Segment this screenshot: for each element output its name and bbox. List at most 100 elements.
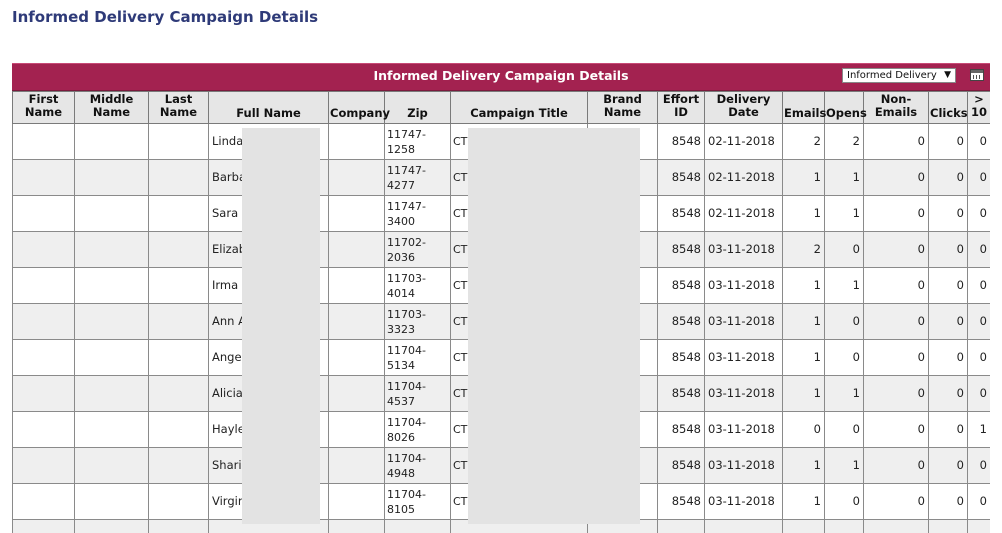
cell-empty bbox=[75, 520, 149, 533]
cell-empty bbox=[13, 160, 75, 196]
cell-delivery-date: 03-11-2018 bbox=[705, 376, 783, 412]
cell-empty bbox=[149, 448, 209, 484]
cell-effort-id: 8548 bbox=[658, 196, 705, 232]
cell-clicks: 0 bbox=[929, 268, 968, 304]
column-header[interactable]: Middle Name bbox=[75, 92, 149, 124]
cell-delivery-date: 03-11-2018 bbox=[705, 268, 783, 304]
cell-empty bbox=[329, 412, 385, 448]
campaign-type-dropdown[interactable]: Informed Delivery ▼ bbox=[842, 68, 956, 83]
cell-empty bbox=[149, 412, 209, 448]
column-header[interactable]: Opens bbox=[825, 92, 864, 124]
cell-empty bbox=[149, 304, 209, 340]
cell-empty bbox=[149, 232, 209, 268]
cell-delivery-date: 02-11-2018 bbox=[705, 196, 783, 232]
column-header[interactable]: Clicks bbox=[929, 92, 968, 124]
chevron-down-icon: ▼ bbox=[944, 69, 951, 82]
cell-empty bbox=[13, 340, 75, 376]
cell-gt10: 0 bbox=[968, 232, 991, 268]
cell-emails: 1 bbox=[783, 376, 825, 412]
cell-emails: 1 bbox=[783, 448, 825, 484]
column-header[interactable]: Company bbox=[329, 92, 385, 124]
cell-non-emails: 0 bbox=[864, 340, 929, 376]
cell-zip: 11704-8026 bbox=[385, 412, 451, 448]
column-header[interactable]: Zip bbox=[385, 92, 451, 124]
column-header[interactable]: Emails bbox=[783, 92, 825, 124]
cell-empty bbox=[329, 304, 385, 340]
cell-opens: 1 bbox=[825, 376, 864, 412]
cell-delivery-date: 03-11-2018 bbox=[705, 232, 783, 268]
cell-empty bbox=[13, 124, 75, 160]
cell-gt10: 0 bbox=[968, 124, 991, 160]
column-header[interactable]: Campaign Title bbox=[451, 92, 588, 124]
cell-empty bbox=[75, 124, 149, 160]
cell-clicks: 0 bbox=[929, 376, 968, 412]
cell-empty bbox=[75, 484, 149, 520]
cell-opens bbox=[825, 520, 864, 533]
cell-emails: 1 bbox=[783, 484, 825, 520]
cell-clicks: 0 bbox=[929, 484, 968, 520]
cell-emails bbox=[783, 520, 825, 533]
cell-empty bbox=[75, 196, 149, 232]
column-header[interactable]: Delivery Date bbox=[705, 92, 783, 124]
cell-empty bbox=[75, 160, 149, 196]
cell-clicks: 0 bbox=[929, 196, 968, 232]
cell-zip: 11704-8105 bbox=[385, 484, 451, 520]
cell-non-emails: 0 bbox=[864, 376, 929, 412]
cell-opens: 0 bbox=[825, 412, 864, 448]
cell-empty bbox=[149, 340, 209, 376]
cell-empty bbox=[13, 448, 75, 484]
cell-empty bbox=[329, 232, 385, 268]
cell-emails: 1 bbox=[783, 160, 825, 196]
column-header[interactable]: > 10 bbox=[968, 92, 991, 124]
cell-gt10 bbox=[968, 520, 991, 533]
cell-delivery-date: 03-11-2018 bbox=[705, 484, 783, 520]
cell-zip: 11704-4948 bbox=[385, 448, 451, 484]
column-header[interactable]: Brand Name bbox=[588, 92, 658, 124]
cell-empty bbox=[75, 448, 149, 484]
cell-clicks: 0 bbox=[929, 124, 968, 160]
cell-opens: 1 bbox=[825, 160, 864, 196]
cell-empty bbox=[329, 520, 385, 533]
column-header[interactable]: First Name bbox=[13, 92, 75, 124]
column-header[interactable]: Last Name bbox=[149, 92, 209, 124]
cell-delivery-date: 02-11-2018 bbox=[705, 160, 783, 196]
cell-opens: 0 bbox=[825, 340, 864, 376]
cell-zip: 11704-4537 bbox=[385, 376, 451, 412]
cell-clicks bbox=[929, 520, 968, 533]
cell-effort-id: 8548 bbox=[658, 124, 705, 160]
cell-empty bbox=[75, 376, 149, 412]
cell-emails: 2 bbox=[783, 124, 825, 160]
cell-clicks: 0 bbox=[929, 412, 968, 448]
cell-gt10: 0 bbox=[968, 376, 991, 412]
cell-delivery-date: 03-11-2018 bbox=[705, 412, 783, 448]
cell-zip: 11703-3323 bbox=[385, 304, 451, 340]
cell-empty bbox=[329, 196, 385, 232]
cell-gt10: 0 bbox=[968, 160, 991, 196]
cell-zip: 11702-2036 bbox=[385, 232, 451, 268]
cell-delivery-date: 03-11-2018 bbox=[705, 340, 783, 376]
page-title: Informed Delivery Campaign Details bbox=[12, 8, 318, 26]
cell-non-emails: 0 bbox=[864, 124, 929, 160]
redaction-block bbox=[242, 128, 320, 524]
cell-non-emails: 0 bbox=[864, 412, 929, 448]
column-header[interactable]: Full Name bbox=[209, 92, 329, 124]
cell-zip: 11704-5134 bbox=[385, 340, 451, 376]
cell-opens: 0 bbox=[825, 484, 864, 520]
cell-opens: 1 bbox=[825, 196, 864, 232]
cell-non-emails: 0 bbox=[864, 448, 929, 484]
cell-non-emails: 0 bbox=[864, 160, 929, 196]
cell-clicks: 0 bbox=[929, 340, 968, 376]
cell-clicks: 0 bbox=[929, 448, 968, 484]
calendar-icon[interactable] bbox=[970, 69, 984, 81]
column-header[interactable]: Non-Emails bbox=[864, 92, 929, 124]
cell-gt10: 0 bbox=[968, 196, 991, 232]
column-header[interactable]: Effort ID bbox=[658, 92, 705, 124]
cell-empty bbox=[13, 196, 75, 232]
cell-effort-id: 8548 bbox=[658, 412, 705, 448]
cell-empty bbox=[149, 124, 209, 160]
cell-non-emails bbox=[864, 520, 929, 533]
panel-header-bar: Informed Delivery Campaign Details Infor… bbox=[12, 63, 990, 91]
cell-effort-id bbox=[658, 520, 705, 533]
cell-empty bbox=[75, 232, 149, 268]
cell-opens: 1 bbox=[825, 448, 864, 484]
